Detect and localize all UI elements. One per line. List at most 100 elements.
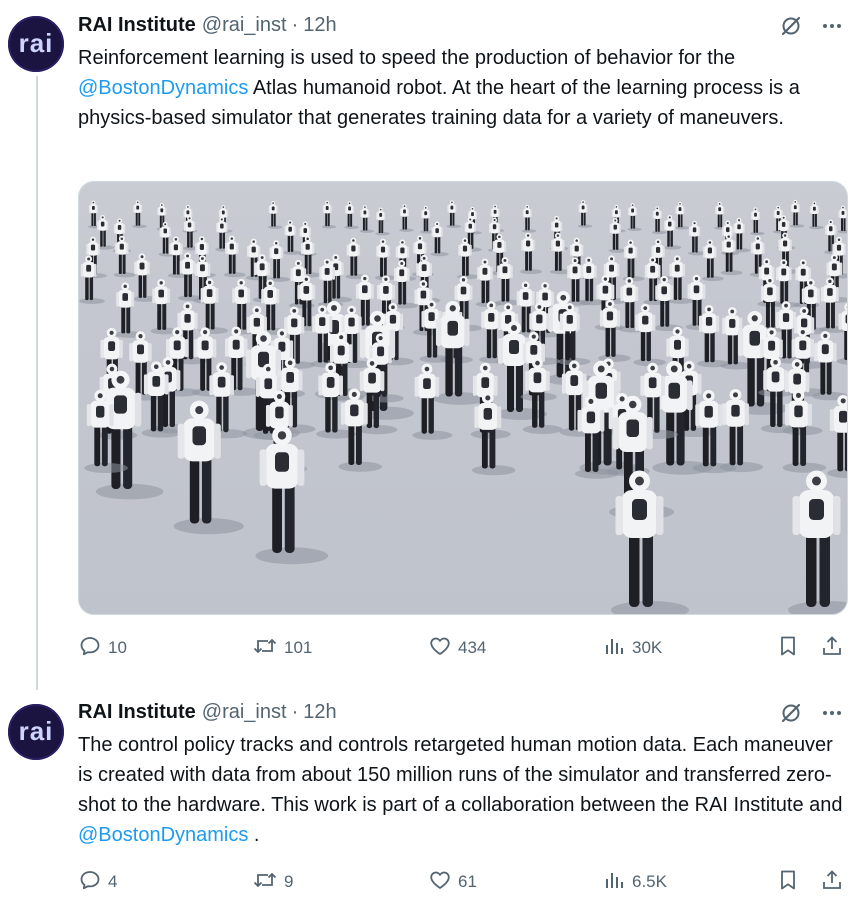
author-handle[interactable]: @rai_inst	[202, 701, 287, 724]
bookmark-icon	[776, 634, 806, 663]
robot-figure	[344, 201, 359, 229]
robot-figure	[520, 232, 542, 275]
tweet-2[interactable]: rai RAI Institute @rai_inst · 12h The co…	[0, 690, 861, 904]
share-icon	[820, 868, 850, 897]
views-button[interactable]: 6.5K	[602, 867, 667, 897]
like-count: 434	[458, 638, 487, 657]
repost-icon	[252, 634, 284, 663]
bookmark-button[interactable]	[776, 633, 806, 663]
robot-figure	[622, 239, 645, 282]
robot-figure	[359, 205, 375, 233]
robot-figure	[611, 470, 689, 614]
robot-figure	[701, 239, 724, 282]
robot-figure	[521, 204, 537, 233]
grok-icon[interactable]	[779, 701, 803, 725]
tweet-text: The control policy tracks and controls r…	[78, 730, 848, 850]
robot-figure	[132, 200, 147, 229]
robot-figure	[446, 200, 462, 229]
share-button[interactable]	[820, 633, 850, 663]
robot-figure	[268, 240, 291, 282]
header-separator: ·	[291, 13, 299, 36]
repost-icon	[252, 868, 284, 897]
robot-figure	[198, 278, 229, 334]
robot-figure	[430, 221, 449, 257]
text-segment: The control policy tracks and controls r…	[78, 734, 843, 816]
like-icon	[428, 868, 458, 897]
robot-swarm-image	[79, 199, 847, 614]
robot-figure	[267, 201, 283, 229]
reply-icon	[78, 634, 108, 663]
action-bar: 4 9 61 6.5K	[78, 867, 848, 897]
mention-link[interactable]: @BostonDynamics	[78, 77, 248, 99]
tweet-1[interactable]: rai RAI Institute @rai_inst · 12h Reinfo…	[0, 0, 861, 690]
robot-figure	[674, 201, 690, 230]
robot-figure	[321, 200, 337, 229]
avatar-logo-text: rai	[18, 715, 54, 746]
author-handle[interactable]: @rai_inst	[202, 14, 287, 37]
robot-figure	[375, 207, 390, 236]
robot-figure	[651, 206, 667, 235]
avatar[interactable]: rai	[8, 704, 64, 760]
like-button[interactable]: 61	[428, 867, 477, 897]
share-icon	[820, 634, 850, 663]
bookmark-button[interactable]	[776, 867, 806, 897]
robot-figure	[283, 220, 302, 255]
robot-figure	[255, 425, 329, 565]
reply-button[interactable]: 10	[78, 633, 127, 663]
repost-count: 9	[284, 872, 294, 891]
robot-figure	[375, 238, 397, 281]
header-separator: ·	[291, 700, 299, 723]
views-count: 30K	[632, 638, 663, 657]
timestamp[interactable]: 12h	[303, 14, 336, 37]
grok-icon[interactable]	[779, 14, 803, 38]
avatar-logo-text: rai	[18, 27, 54, 58]
author-name[interactable]: RAI Institute	[78, 14, 196, 37]
views-icon	[602, 634, 632, 663]
robot-figure	[788, 470, 847, 614]
reply-count: 4	[108, 872, 118, 891]
robot-figure	[223, 235, 246, 278]
robot-figure	[836, 302, 847, 365]
reply-icon	[78, 868, 108, 897]
repost-button[interactable]: 101	[252, 633, 312, 663]
robot-figure	[627, 203, 642, 231]
more-icon[interactable]	[821, 702, 843, 724]
reply-button[interactable]: 4	[78, 867, 117, 897]
reply-count: 10	[108, 638, 127, 657]
robot-figure	[837, 205, 847, 234]
robot-figure	[113, 235, 136, 278]
robot-figure	[719, 388, 764, 473]
tweet-text: Reinforcement learning is used to speed …	[78, 43, 848, 133]
views-button[interactable]: 30K	[602, 633, 662, 663]
robot-figure	[392, 260, 418, 309]
like-icon	[428, 634, 458, 663]
robot-figure	[750, 207, 765, 236]
action-bar: 10 101 434 30K	[78, 633, 848, 663]
robot-figure	[150, 278, 180, 335]
robot-figure	[457, 237, 479, 280]
repost-count: 101	[284, 638, 313, 657]
repost-button[interactable]: 9	[252, 867, 293, 897]
like-button[interactable]: 434	[428, 633, 486, 663]
robot-figure	[173, 400, 244, 535]
robot-figure	[79, 255, 105, 305]
robot-figure	[809, 201, 824, 230]
avatar[interactable]: rai	[8, 16, 64, 72]
tweet-header: RAI Institute @rai_inst · 12h	[78, 699, 337, 725]
robot-figure	[577, 200, 593, 228]
robot-figure	[697, 304, 730, 368]
text-segment: .	[248, 824, 260, 846]
robot-figure	[399, 204, 414, 232]
more-icon[interactable]	[821, 15, 843, 37]
views-count: 6.5K	[632, 872, 667, 891]
bookmark-icon	[776, 868, 806, 897]
media-video[interactable]	[78, 181, 848, 615]
robot-figure	[827, 394, 847, 479]
share-button[interactable]	[820, 867, 850, 897]
timestamp[interactable]: 12h	[303, 701, 336, 724]
tweet-header: RAI Institute @rai_inst · 12h	[78, 12, 337, 38]
robot-figure	[789, 199, 805, 228]
robot-figure	[345, 237, 368, 280]
mention-link[interactable]: @BostonDynamics	[78, 824, 248, 846]
author-name[interactable]: RAI Institute	[78, 701, 196, 724]
